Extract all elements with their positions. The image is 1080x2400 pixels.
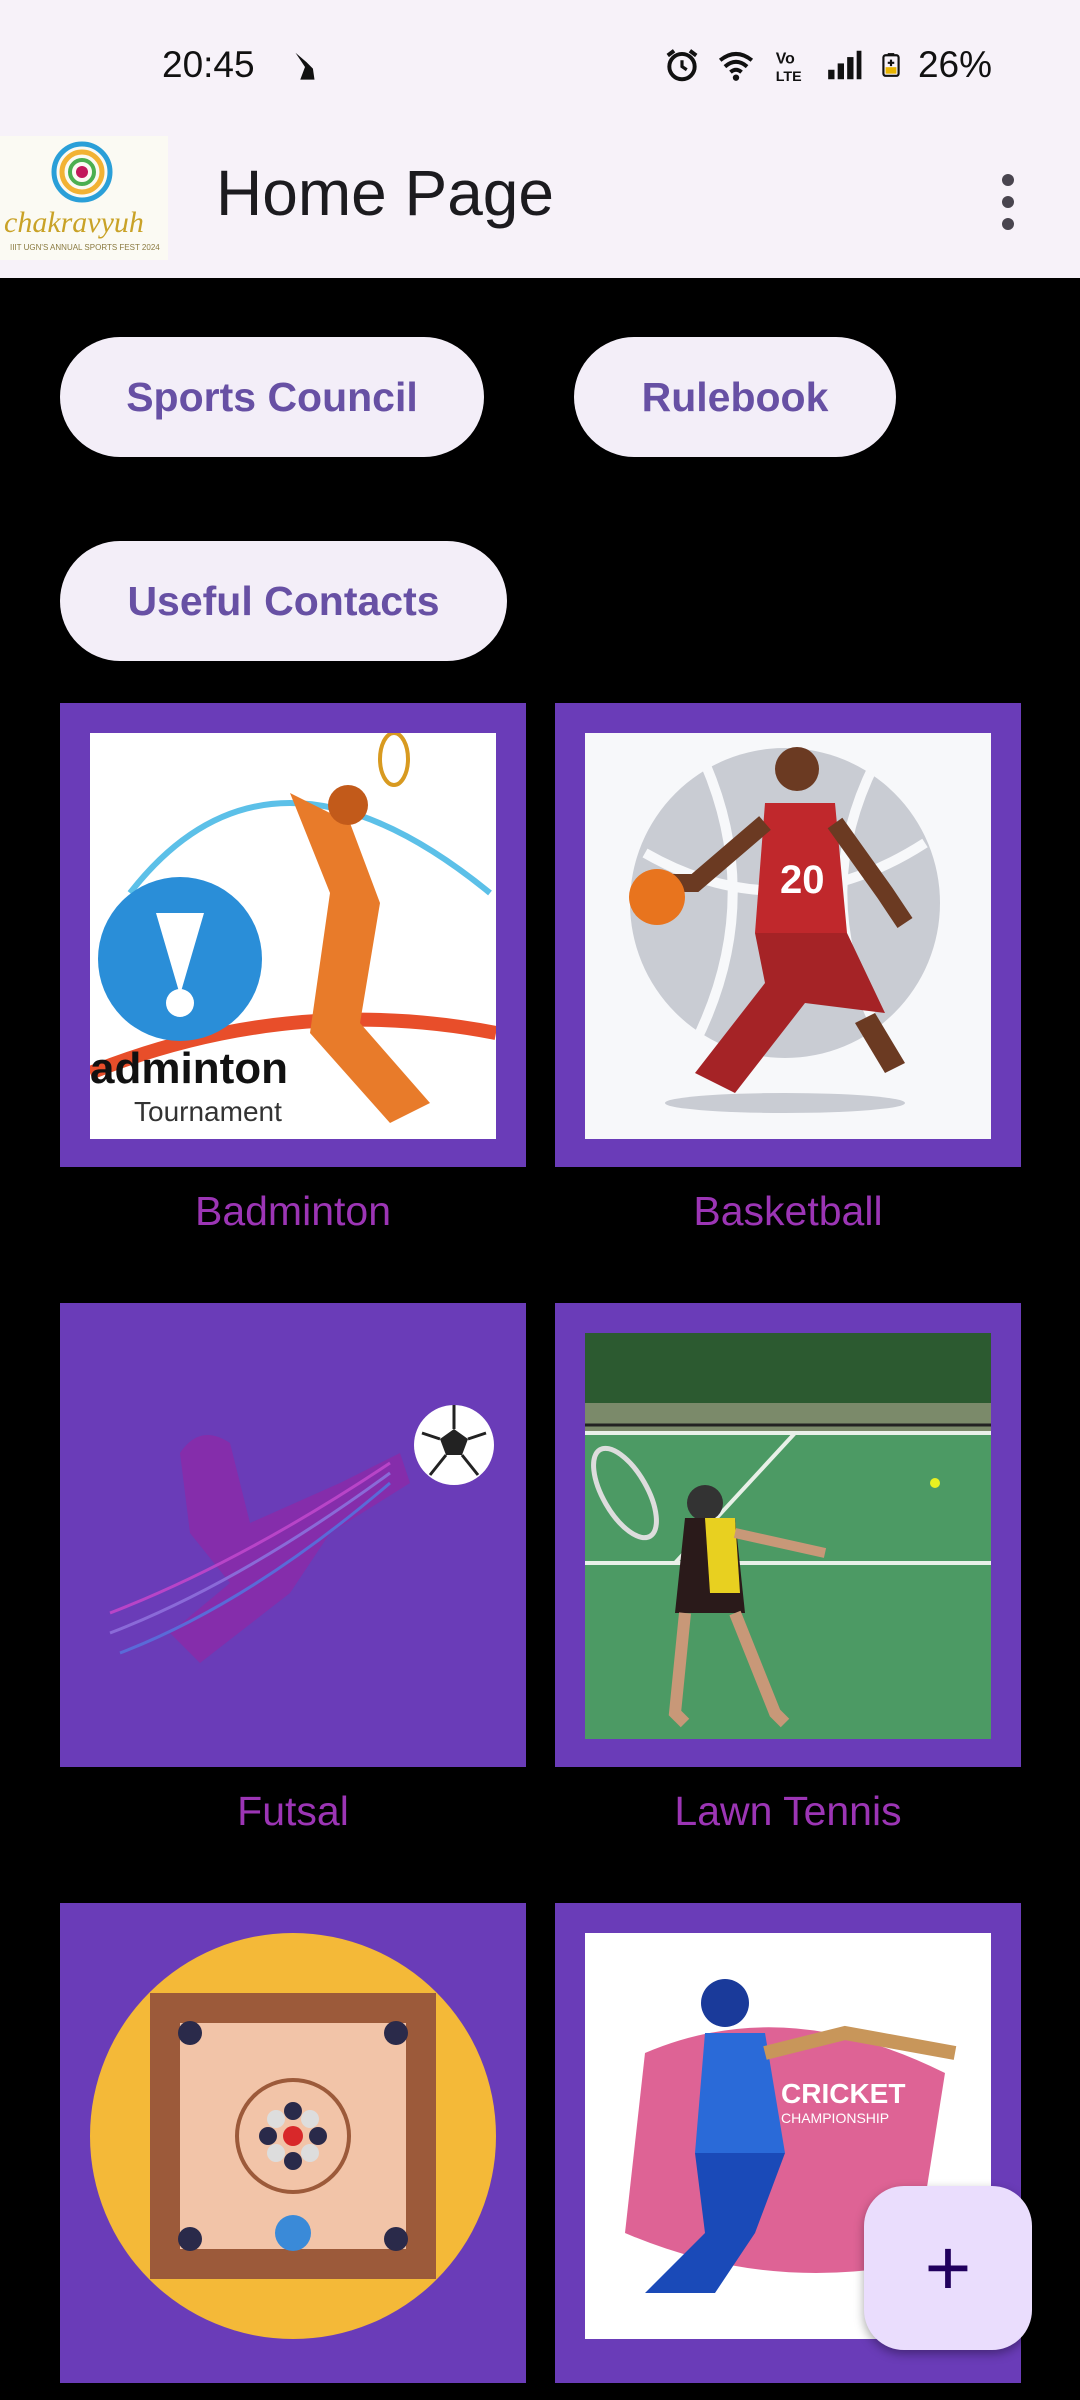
jersey-number: 20 bbox=[780, 858, 825, 902]
notification-icon bbox=[295, 52, 315, 80]
cricket-image-subtext: CHAMPIONSHIP bbox=[781, 2110, 889, 2126]
svg-text:IIIT UGN'S ANNUAL SPORTS FEST: IIIT UGN'S ANNUAL SPORTS FEST 2024 bbox=[10, 243, 160, 252]
status-time: 20:45 bbox=[162, 44, 255, 85]
battery-level: 26% bbox=[917, 44, 992, 85]
app-bar: chakravyuh IIIT UGN'S ANNUAL SPORTS FEST… bbox=[0, 136, 1080, 278]
badminton-image-subtext: Tournament bbox=[134, 1096, 282, 1127]
sport-card-badminton[interactable]: adminton Tournament bbox=[60, 703, 526, 1167]
battery-icon bbox=[882, 53, 900, 77]
sport-card-basketball[interactable]: 20 bbox=[555, 703, 1021, 1167]
futsal-image bbox=[90, 1333, 496, 1739]
cricket-image-text: CRICKET bbox=[781, 2078, 905, 2109]
app-logo: chakravyuh IIIT UGN'S ANNUAL SPORTS FEST… bbox=[0, 136, 168, 260]
badminton-image: adminton Tournament bbox=[90, 733, 496, 1139]
sport-card-lawn-tennis[interactable] bbox=[555, 1303, 1021, 1767]
sport-card-carrom[interactable] bbox=[60, 1903, 526, 2383]
sport-label-badminton[interactable]: Badminton bbox=[60, 1188, 526, 1235]
rulebook-button[interactable]: Rulebook bbox=[574, 337, 896, 457]
carrom-image bbox=[90, 1933, 496, 2339]
sports-council-button[interactable]: Sports Council bbox=[60, 337, 484, 457]
wifi-icon bbox=[718, 51, 754, 81]
sport-card-futsal[interactable] bbox=[60, 1303, 526, 1767]
svg-text:Vo: Vo bbox=[776, 50, 795, 67]
badminton-image-text: adminton bbox=[90, 1044, 288, 1093]
basketball-image: 20 bbox=[585, 733, 991, 1139]
svg-text:chakravyuh: chakravyuh bbox=[4, 206, 144, 239]
more-options-icon[interactable] bbox=[990, 164, 1026, 244]
signal-icon bbox=[828, 50, 862, 80]
status-bar: 20:45 Vo LTE 26% bbox=[0, 0, 1080, 136]
plus-icon: + bbox=[924, 2223, 972, 2312]
useful-contacts-button[interactable]: Useful Contacts bbox=[60, 541, 507, 661]
volte-icon: Vo LTE bbox=[776, 50, 802, 84]
sport-label-futsal[interactable]: Futsal bbox=[60, 1788, 526, 1835]
add-fab-button[interactable]: + bbox=[864, 2186, 1032, 2350]
status-icons: Vo LTE 26% bbox=[662, 44, 992, 86]
sport-label-lawn-tennis[interactable]: Lawn Tennis bbox=[555, 1788, 1021, 1835]
page-title: Home Page bbox=[216, 157, 554, 229]
alarm-icon bbox=[666, 49, 698, 82]
sport-label-basketball[interactable]: Basketball bbox=[555, 1188, 1021, 1235]
svg-text:LTE: LTE bbox=[776, 69, 802, 84]
lawn-tennis-image bbox=[585, 1333, 991, 1739]
